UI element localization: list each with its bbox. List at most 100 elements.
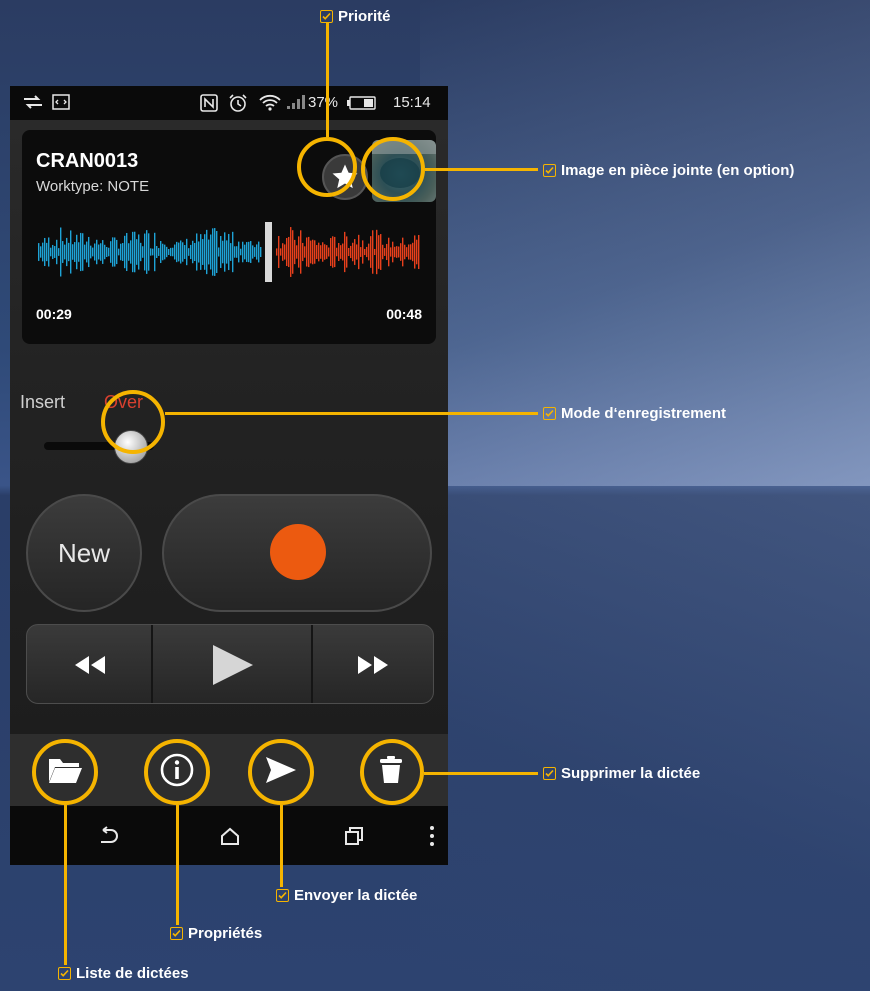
waveform-bar	[400, 243, 402, 261]
waveform-bar	[348, 247, 350, 257]
waveform-bar	[404, 244, 406, 260]
send-highlight-ring	[248, 739, 314, 805]
delete-highlight-ring	[360, 739, 424, 805]
waveform-bar	[158, 248, 160, 256]
waveform-bar	[152, 248, 154, 256]
waveform-bar	[254, 247, 256, 257]
waveform-bar	[372, 230, 374, 274]
waveform-bar	[240, 248, 242, 256]
waveform-bar	[154, 232, 156, 272]
waveform-bar	[70, 230, 72, 274]
waveform-bar	[42, 242, 44, 262]
waveform-bar	[340, 245, 342, 259]
dictation-file-name: CRAN0013	[36, 150, 139, 172]
waveform-bar	[390, 247, 392, 257]
waveform-bar	[410, 244, 412, 260]
waveform-bar	[74, 242, 76, 262]
waveform-bar	[90, 245, 92, 259]
waveform-bar	[330, 238, 332, 266]
waveform-bar	[168, 248, 170, 256]
waveform-bar	[358, 234, 360, 270]
waveform-bar	[100, 243, 102, 261]
waveform-bar	[304, 246, 306, 258]
delete-callout-text: Supprimer la dictée	[561, 765, 701, 782]
worktype-label: Worktype: NOTE	[36, 178, 150, 195]
waveform-bar	[164, 244, 166, 260]
waveform-bar	[414, 235, 416, 269]
signal-icon	[286, 94, 306, 114]
waveform-bar	[218, 247, 220, 257]
waveform-bar	[96, 239, 98, 265]
waveform-bar	[198, 241, 200, 263]
waveform-bar	[214, 228, 216, 276]
waveform-bar	[418, 234, 420, 270]
waveform-bar	[132, 231, 134, 273]
waveform-bar	[326, 245, 328, 259]
waveform-bar	[312, 239, 314, 265]
waveform-bar	[406, 247, 408, 257]
image-highlight-ring	[361, 137, 425, 201]
waveform-bar	[362, 240, 364, 264]
waveform-bar	[130, 240, 132, 264]
waveform-bar	[354, 239, 356, 265]
waveform-bar	[122, 243, 124, 261]
waveform-bar	[128, 243, 130, 261]
new-dictation-button[interactable]: New	[26, 494, 142, 612]
waveform-bar	[256, 244, 258, 260]
home-icon	[221, 827, 239, 845]
mode-insert-label[interactable]: Insert	[20, 392, 65, 413]
waveform-bar	[66, 237, 68, 267]
waveform-bar	[212, 228, 214, 276]
waveform-bar	[186, 238, 188, 266]
code-app-icon	[52, 94, 70, 114]
waveform-bar	[50, 247, 52, 257]
play-icon	[213, 645, 253, 685]
waveform-bar	[394, 246, 396, 258]
waveform-bar	[224, 232, 226, 272]
waveform-bar	[374, 248, 376, 256]
waveform-bar	[184, 245, 186, 259]
waveform-played	[38, 227, 262, 277]
wifi-icon	[258, 94, 282, 116]
waveform-bar	[82, 233, 84, 271]
properties-highlight-ring	[144, 739, 210, 805]
fast-forward-button[interactable]	[313, 625, 433, 703]
waveform-bar	[392, 241, 394, 263]
elapsed-time: 00:29	[36, 306, 72, 322]
home-button[interactable]	[216, 822, 244, 850]
waveform-bar	[322, 242, 324, 262]
recent-apps-button[interactable]	[340, 822, 368, 850]
waveform-bar	[190, 244, 192, 260]
waveform-bar	[228, 233, 230, 271]
waveform-bar	[52, 244, 54, 260]
back-button[interactable]	[94, 822, 122, 850]
waveform-bar	[170, 247, 172, 257]
waveform-bar	[290, 227, 292, 277]
waveform-bar	[150, 248, 152, 256]
mode-callout: Mode d‘enregistrement	[543, 405, 726, 422]
waveform-bar	[166, 246, 168, 258]
overflow-menu-button[interactable]	[418, 822, 446, 850]
waveform-bar	[352, 242, 354, 262]
waveform-bar	[134, 231, 136, 273]
waveform-bar	[328, 247, 330, 257]
waveform-bar	[260, 246, 262, 258]
record-icon	[270, 524, 326, 580]
waveform-bar	[116, 239, 118, 265]
transport-controls	[26, 624, 434, 704]
waveform-bar	[98, 244, 100, 260]
waveform-bar	[112, 237, 114, 267]
record-button[interactable]	[162, 494, 432, 612]
waveform-bar	[204, 234, 206, 270]
priority-callout: Priorité	[320, 8, 391, 25]
fast-forward-icon	[358, 656, 388, 674]
waveform-bar	[114, 237, 116, 267]
rewind-icon	[75, 656, 105, 674]
waveform-bar	[44, 237, 46, 267]
playhead-marker[interactable]	[265, 222, 272, 282]
checkbox-icon	[543, 164, 556, 177]
waveform-bar	[258, 241, 260, 263]
play-button[interactable]	[153, 625, 311, 703]
waveform-bar	[378, 235, 380, 269]
rewind-button[interactable]	[27, 625, 151, 703]
